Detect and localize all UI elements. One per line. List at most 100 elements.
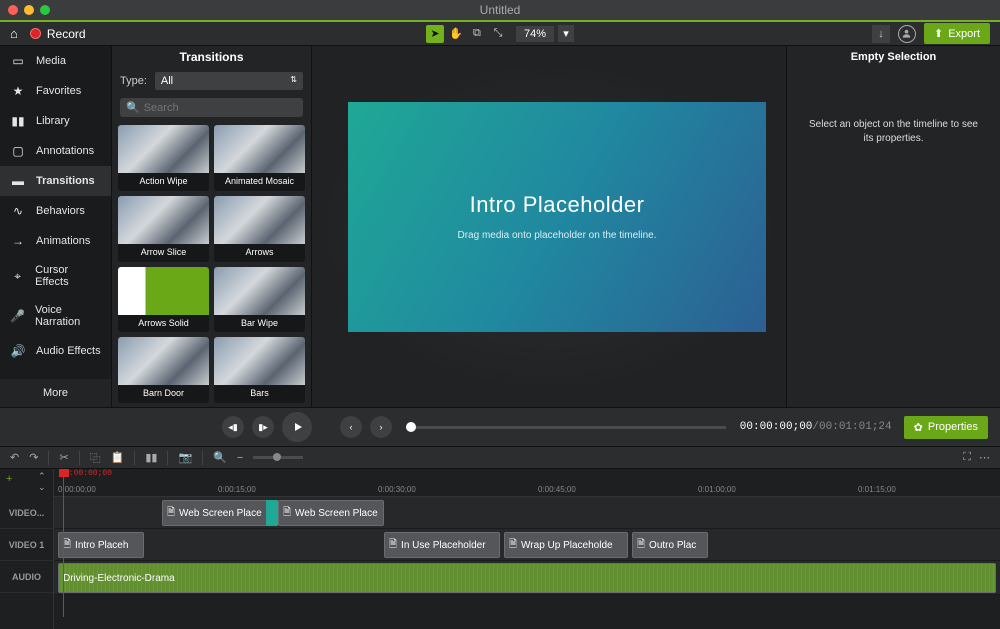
copy-icon[interactable]: ⿻ xyxy=(90,450,101,466)
clip[interactable]: 🗎Web Screen Place xyxy=(278,500,384,526)
track-label-video1[interactable]: VIDEO 1 xyxy=(0,529,53,561)
type-select[interactable]: All⇅ xyxy=(155,72,303,90)
sidebar-item-favorites[interactable]: ★Favorites xyxy=(0,76,111,106)
pointer-tool-icon[interactable]: ➤ xyxy=(426,25,444,43)
timeline-toolbar: ↶ ↷ ✂ ⿻ 📋 ▮▮ 📷 🔍 − ⛶ ⋯ xyxy=(0,447,1000,469)
add-track-icon[interactable]: + xyxy=(6,473,12,485)
transition-item[interactable]: Bars xyxy=(214,337,305,403)
expand-down-icon[interactable]: ⌄ xyxy=(38,482,46,493)
properties-button[interactable]: ✿ Properties xyxy=(904,416,988,439)
transition-item[interactable]: Animated Mosaic xyxy=(214,125,305,191)
window-controls xyxy=(0,5,50,15)
zoom-out-icon[interactable]: 🔍 xyxy=(213,451,227,464)
expand-up-icon[interactable]: ⌃ xyxy=(38,471,46,482)
record-button[interactable]: Record xyxy=(30,27,86,41)
clip[interactable]: 🗎Intro Placeh xyxy=(58,532,144,558)
track-video1[interactable]: 🗎Intro Placeh 🗎In Use Placeholder 🗎Wrap … xyxy=(54,529,1000,561)
camera-icon[interactable]: 📷 xyxy=(178,451,192,464)
next-button[interactable]: › xyxy=(370,416,392,438)
titlebar: Untitled xyxy=(0,0,1000,20)
clip[interactable]: 🗎Wrap Up Placeholde xyxy=(504,532,628,558)
transition-item[interactable]: Action Wipe xyxy=(118,125,209,191)
clip[interactable]: 🗎Web Screen Place xyxy=(162,500,268,526)
sidebar-item-audio[interactable]: 🔊Audio Effects xyxy=(0,336,111,366)
pan-tool-icon[interactable]: ⤡ xyxy=(489,25,507,43)
preview-title: Intro Placeholder xyxy=(470,192,645,218)
zoom-minus-icon[interactable]: − xyxy=(237,452,243,464)
transition-item[interactable]: Bar Wipe xyxy=(214,267,305,333)
speaker-icon: 🔊 xyxy=(10,344,26,358)
zoom-dropdown-icon[interactable]: ▾ xyxy=(558,25,574,42)
main-toolbar: ⌂ Record ➤ ✋ ⧉ ⤡ 74% ▾ ↓ ⬆ Export xyxy=(0,20,1000,46)
undo-icon[interactable]: ↶ xyxy=(10,451,19,464)
sidebar-item-library[interactable]: ▮▮Library xyxy=(0,106,111,136)
home-icon[interactable]: ⌂ xyxy=(10,26,18,41)
media-icon: ▭ xyxy=(10,54,26,68)
sidebar-item-more[interactable]: More xyxy=(0,379,111,407)
paste-icon[interactable]: 📋 xyxy=(111,451,125,464)
maximize-icon[interactable] xyxy=(40,5,50,15)
mic-icon: 🎤 xyxy=(10,309,25,323)
split-icon[interactable]: ▮▮ xyxy=(145,451,157,464)
sidebar-item-media[interactable]: ▭Media xyxy=(0,46,111,76)
clip-audio[interactable]: Driving-Electronic-Drama xyxy=(58,563,996,593)
crop-tool-icon[interactable]: ⧉ xyxy=(468,25,486,43)
animations-icon: → xyxy=(10,234,26,248)
sidebar-item-behaviors[interactable]: ∿Behaviors xyxy=(0,196,111,226)
playhead-line[interactable] xyxy=(63,477,64,617)
prev-frame-button[interactable]: ◂▮ xyxy=(222,416,244,438)
search-field[interactable] xyxy=(144,102,297,114)
export-icon: ⬆ xyxy=(934,27,943,40)
sidebar-item-voice[interactable]: 🎤Voice Narration xyxy=(0,296,111,336)
menu-icon[interactable]: ⋯ xyxy=(979,451,990,464)
sidebar-item-annotations[interactable]: ▢Annotations xyxy=(0,136,111,166)
expand-icon[interactable]: ⛶ xyxy=(963,451,971,464)
transition-marker[interactable] xyxy=(266,500,278,526)
transition-item[interactable]: Arrows xyxy=(214,196,305,262)
behaviors-icon: ∿ xyxy=(10,204,26,218)
account-avatar-icon[interactable] xyxy=(898,25,916,43)
timeline-zoom-slider[interactable] xyxy=(253,456,303,459)
search-input[interactable]: 🔍 xyxy=(120,98,303,117)
transition-item[interactable]: Arrows Solid xyxy=(118,267,209,333)
sidebar-item-transitions[interactable]: ▬Transitions xyxy=(0,166,111,196)
export-label: Export xyxy=(948,28,980,40)
play-button[interactable] xyxy=(282,412,312,442)
clip-icon: 🗎 xyxy=(509,537,517,554)
export-button[interactable]: ⬆ Export xyxy=(924,23,990,44)
track-label-audio[interactable]: AUDIO xyxy=(0,561,53,593)
playback-bar: ◂▮ ▮▸ ‹ › 00:00:00;00/00:01:01;24 ✿ Prop… xyxy=(0,407,1000,447)
next-frame-button[interactable]: ▮▸ xyxy=(252,416,274,438)
download-icon[interactable]: ↓ xyxy=(872,25,890,43)
preview-canvas[interactable]: Intro Placeholder Drag media onto placeh… xyxy=(348,102,766,332)
sidebar-item-cursor[interactable]: ⌖Cursor Effects xyxy=(0,256,111,296)
canvas-area[interactable]: Intro Placeholder Drag media onto placeh… xyxy=(312,46,786,407)
track-audio[interactable]: Driving-Electronic-Drama xyxy=(54,561,1000,595)
properties-header: Empty Selection xyxy=(787,46,1000,68)
redo-icon[interactable]: ↷ xyxy=(29,451,38,464)
properties-panel: Empty Selection Select an object on the … xyxy=(786,46,1000,407)
track-label-video2[interactable]: VIDEO... xyxy=(0,497,53,529)
close-icon[interactable] xyxy=(8,5,18,15)
transitions-icon: ▬ xyxy=(10,174,26,188)
transition-item[interactable]: Arrow Slice xyxy=(118,196,209,262)
transition-item[interactable]: Barn Door xyxy=(118,337,209,403)
timeline-tracks[interactable]: 0:00:00;00 0:00:00;00 0:00:15;00 0:00:30… xyxy=(54,469,1000,629)
clip[interactable]: 🗎In Use Placeholder xyxy=(384,532,500,558)
playback-scrubber[interactable] xyxy=(406,426,726,429)
sidebar-item-animations[interactable]: →Animations xyxy=(0,226,111,256)
cut-icon[interactable]: ✂ xyxy=(59,451,68,464)
timeline-ruler[interactable]: 0:00:00;00 0:00:15;00 0:00:30;00 0:00:45… xyxy=(54,483,1000,497)
prev-button[interactable]: ‹ xyxy=(340,416,362,438)
zoom-level[interactable]: 74% xyxy=(516,26,554,42)
clip-icon: 🗎 xyxy=(637,537,645,554)
clip[interactable]: 🗎Outro Plac xyxy=(632,532,708,558)
hand-tool-icon[interactable]: ✋ xyxy=(447,25,465,43)
gear-icon: ✿ xyxy=(914,421,923,434)
type-label: Type: xyxy=(120,75,147,87)
minimize-icon[interactable] xyxy=(24,5,34,15)
annotation-icon: ▢ xyxy=(10,144,26,158)
star-icon: ★ xyxy=(10,84,26,98)
track-video2[interactable]: 🗎Web Screen Place 🗎Web Screen Place xyxy=(54,497,1000,529)
clip-icon: 🗎 xyxy=(283,505,291,522)
